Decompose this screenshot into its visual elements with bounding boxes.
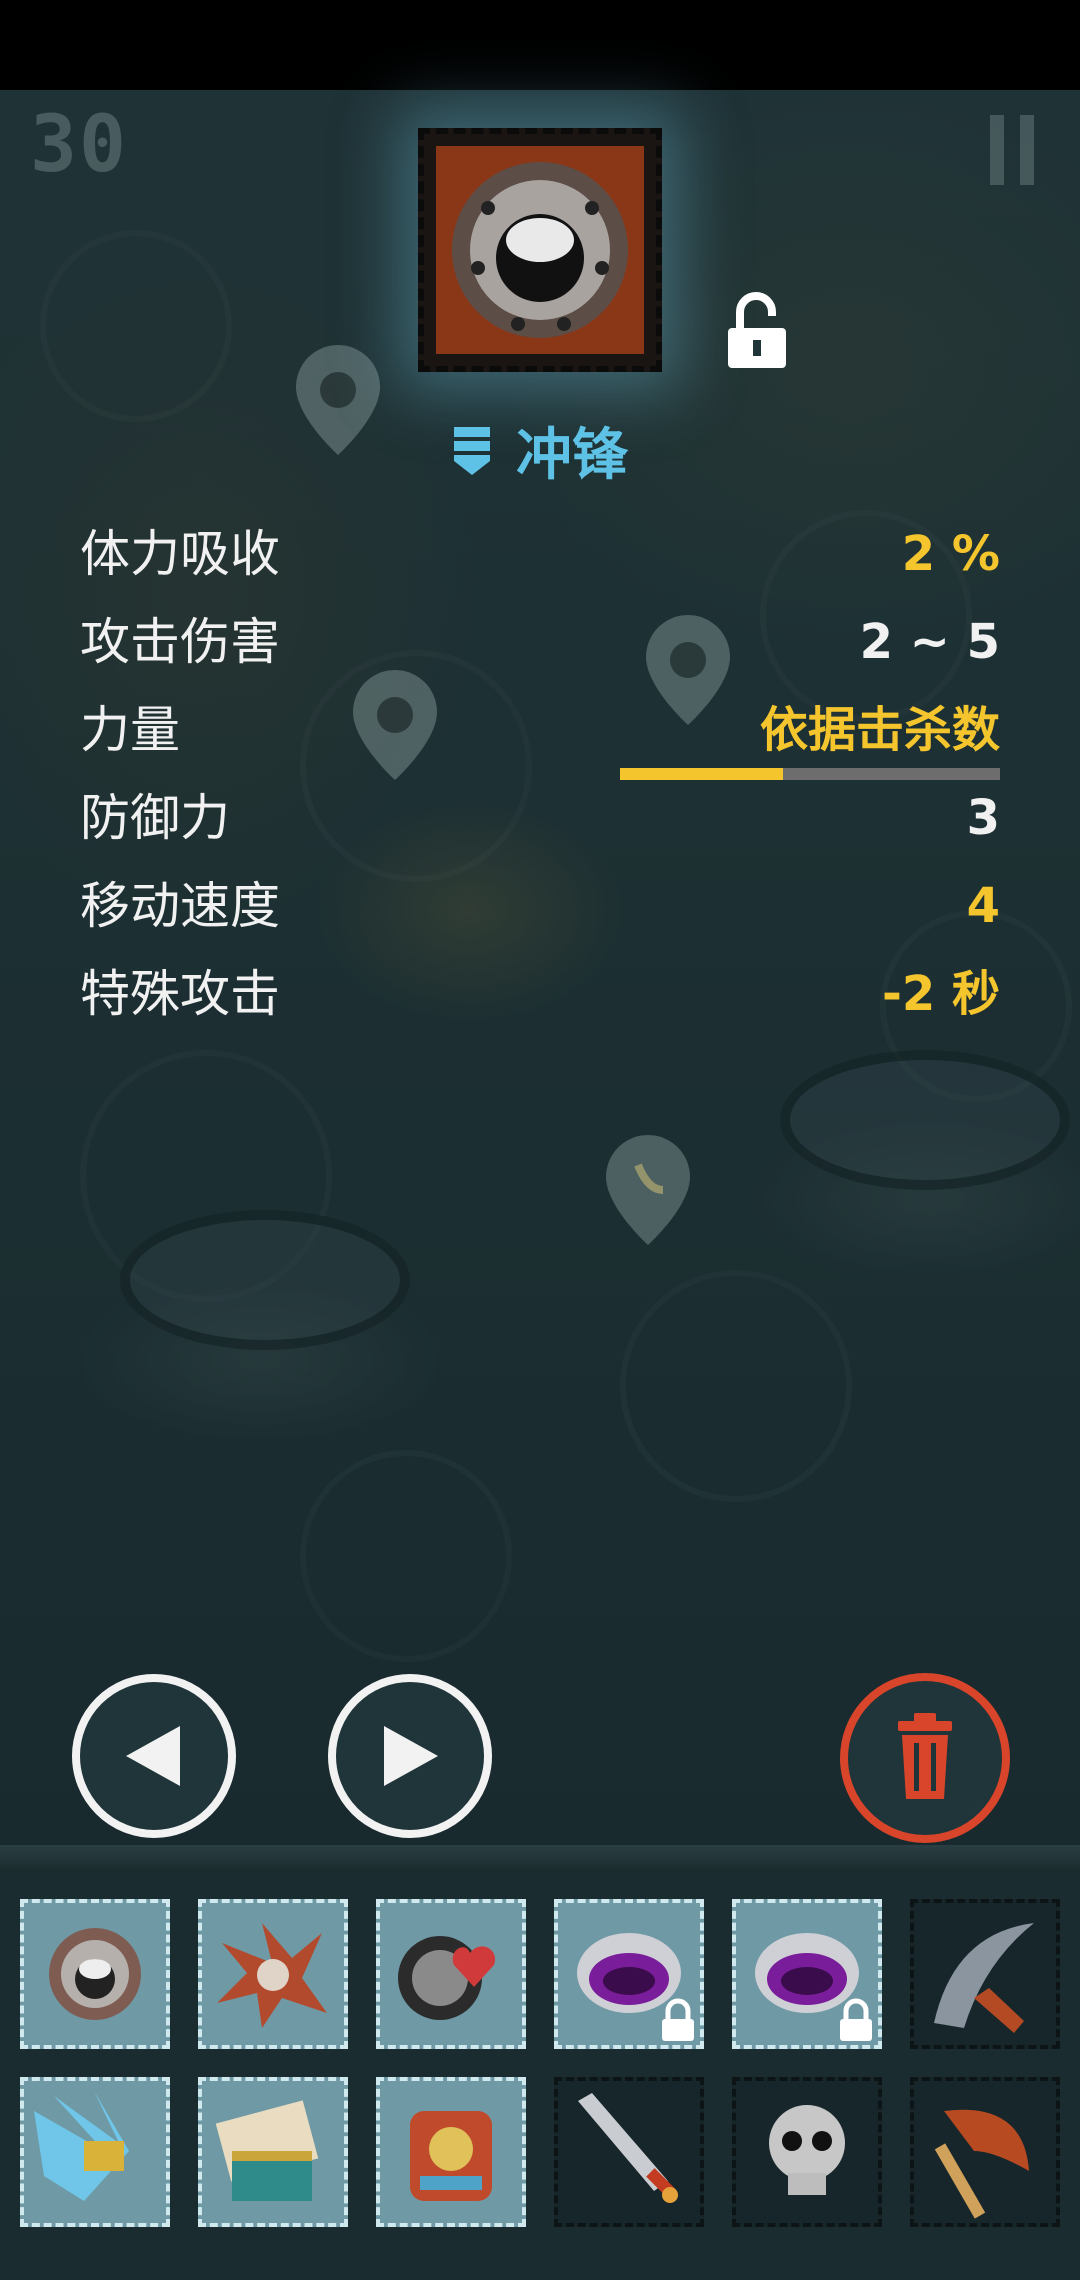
sword-icon — [558, 2081, 700, 2223]
stat-label: 力量 — [80, 701, 180, 759]
stat-row: 体力吸收 2 % — [80, 514, 1000, 594]
heart-shield-icon — [380, 1903, 522, 2045]
stat-value: -2 秒 — [881, 966, 1000, 1022]
stat-label: 防御力 — [80, 789, 230, 847]
armor-category-icon — [454, 427, 490, 475]
delete-item-button[interactable] — [840, 1673, 1010, 1843]
banana-pin-icon — [606, 1135, 690, 1245]
selected-item-icon — [418, 128, 662, 372]
unlock-icon[interactable] — [726, 292, 788, 370]
triangle-right-icon — [384, 1726, 438, 1786]
stat-value: 3 — [966, 790, 1000, 846]
item-name: 冲锋 — [516, 422, 628, 488]
inventory-slot[interactable] — [198, 1899, 348, 2049]
curved-blade-icon — [914, 1903, 1056, 2045]
stat-label: 移动速度 — [80, 877, 280, 935]
stat-value: 2 ~ 5 — [859, 614, 1000, 670]
game-screen: 30 冲锋 体力吸收 2 % 攻击伤害 2 ~ 5 力量 依据击杀数防御力 3 移动速度 — [0, 0, 1080, 2280]
triangle-left-icon — [126, 1726, 180, 1786]
stat-label: 体力吸收 — [80, 525, 280, 583]
lock-icon — [658, 1997, 698, 2043]
stat-value: 2 % — [901, 526, 1000, 582]
next-item-button[interactable] — [328, 1674, 492, 1838]
stat-label: 攻击伤害 — [80, 613, 280, 671]
strength-progress-fill — [620, 768, 784, 780]
inventory-grid — [0, 1871, 1080, 2280]
gauntlet-chain-icon — [24, 1903, 166, 2045]
inventory-slot[interactable] — [910, 2077, 1060, 2227]
inventory-slot[interactable] — [20, 1899, 170, 2049]
strength-progress-bar — [620, 768, 1000, 780]
inventory-slot[interactable] — [198, 2077, 348, 2227]
stat-row: 移动速度 4 — [80, 866, 1000, 946]
axe-icon — [914, 2081, 1056, 2223]
wave-counter: 30 — [30, 100, 128, 190]
stat-label: 特殊攻击 — [80, 965, 280, 1023]
inventory-slot[interactable] — [20, 2077, 170, 2227]
inventory-slot[interactable] — [910, 1899, 1060, 2049]
ornate-armor-icon — [380, 2081, 522, 2223]
inventory-slot[interactable] — [376, 2077, 526, 2227]
trash-icon — [898, 1713, 952, 1799]
stat-value: 依据击杀数 — [759, 702, 1000, 758]
spiked-claw-icon — [202, 1903, 344, 2045]
stat-row: 攻击伤害 2 ~ 5 — [80, 602, 1000, 682]
item-title: 冲锋 — [0, 405, 1080, 495]
inventory-slot[interactable] — [376, 1899, 526, 2049]
cards-chest-icon — [202, 2081, 344, 2223]
status-bar — [0, 0, 1080, 90]
stat-value: 4 — [966, 878, 1000, 934]
skull-icon — [736, 2081, 878, 2223]
crystal-claw-icon — [24, 2081, 166, 2223]
stat-row: 防御力 3 — [80, 778, 1000, 858]
stat-row: 力量 依据击杀数 — [80, 690, 1000, 770]
inventory-divider — [0, 1845, 1080, 1871]
inventory-slot[interactable] — [732, 1899, 882, 2049]
inventory-slot[interactable] — [554, 1899, 704, 2049]
pause-icon[interactable] — [990, 115, 1040, 185]
lock-icon — [836, 1997, 876, 2043]
inventory-slot[interactable] — [554, 2077, 704, 2227]
stat-row: 特殊攻击 -2 秒 — [80, 954, 1000, 1034]
inventory-slot[interactable] — [732, 2077, 882, 2227]
previous-item-button[interactable] — [72, 1674, 236, 1838]
